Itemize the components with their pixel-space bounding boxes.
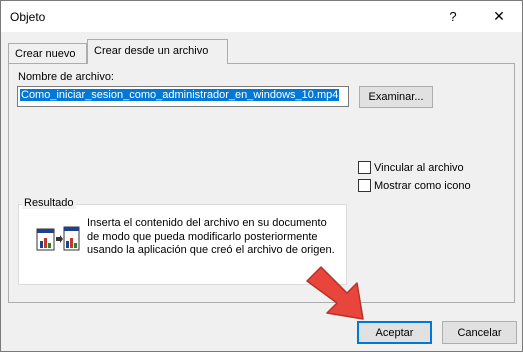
tab-create-new[interactable]: Crear nuevo	[8, 43, 87, 63]
link-to-file-label: Vincular al archivo	[374, 161, 464, 174]
title-bar: Objeto ? ✕	[1, 1, 522, 32]
tab-create-from-file[interactable]: Crear desde un archivo	[87, 39, 228, 64]
accept-button[interactable]: Aceptar	[357, 321, 432, 344]
link-to-file-option[interactable]: Vincular al archivo	[358, 161, 464, 174]
display-as-icon-checkbox[interactable]	[358, 179, 371, 192]
object-dialog: Objeto ? ✕ Crear nuevo Crear desde un ar…	[0, 0, 523, 352]
link-to-file-checkbox[interactable]	[358, 161, 371, 174]
tab-create-from-file-label: Crear desde un archivo	[94, 45, 209, 57]
accept-button-label: Aceptar	[375, 326, 414, 339]
close-button[interactable]: ✕	[476, 1, 522, 32]
file-name-value: Como_iniciar_sesion_como_administrador_e…	[20, 89, 340, 101]
display-as-icon-label: Mostrar como icono	[374, 179, 471, 192]
file-name-label: Nombre de archivo:	[18, 71, 114, 83]
result-group-title: Resultado	[22, 197, 76, 209]
cancel-button-label: Cancelar	[457, 326, 502, 339]
cancel-button[interactable]: Cancelar	[442, 321, 517, 344]
dialog-title: Objeto	[10, 10, 46, 24]
embedded-object-icon	[36, 226, 80, 251]
result-description: Inserta el contenido del archivo en su d…	[87, 217, 335, 256]
display-as-icon-option[interactable]: Mostrar como icono	[358, 179, 471, 192]
browse-button[interactable]: Examinar...	[359, 86, 433, 108]
help-button[interactable]: ?	[430, 1, 476, 32]
tab-create-new-label: Crear nuevo	[15, 48, 76, 60]
pointer-arrow-icon	[306, 266, 364, 320]
file-name-input[interactable]: Como_iniciar_sesion_como_administrador_e…	[17, 86, 349, 107]
browse-button-label: Examinar...	[368, 91, 424, 103]
